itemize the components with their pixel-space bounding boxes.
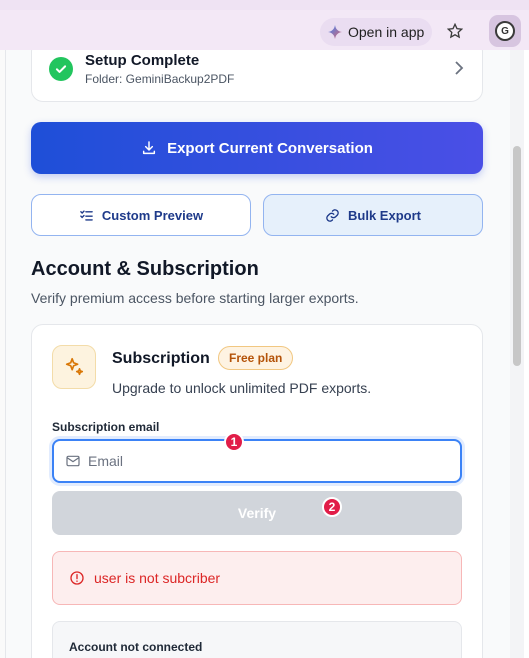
annotation-marker-2: 2	[322, 497, 342, 517]
alert-circle-icon	[70, 571, 84, 585]
extension-icon: G	[495, 21, 515, 41]
error-alert: user is not subcriber	[52, 551, 462, 605]
account-status-box: Account not connected	[52, 621, 462, 658]
error-message: user is not subcriber	[94, 570, 221, 586]
setup-status-card[interactable]: Setup Complete Folder: GeminiBackup2PDF	[31, 50, 483, 102]
link-icon	[326, 208, 339, 222]
subscription-title: Subscription	[112, 350, 210, 367]
setup-folder: Folder: GeminiBackup2PDF	[85, 72, 235, 86]
bulk-export-button[interactable]: Bulk Export	[263, 194, 483, 236]
scrollbar[interactable]	[510, 50, 524, 658]
annotation-marker-1: 1	[224, 432, 244, 452]
export-button-label: Export Current Conversation	[167, 139, 373, 157]
section-subtitle: Verify premium access before starting la…	[31, 290, 359, 306]
section-title: Account & Subscription	[31, 258, 259, 280]
gemini-sparkle-icon	[328, 25, 342, 39]
subscription-description: Upgrade to unlock unlimited PDF exports.	[112, 380, 372, 396]
verify-button[interactable]: Verify	[52, 491, 462, 535]
browser-toolbar: Open in app G	[0, 10, 529, 50]
bookmark-star-icon[interactable]	[442, 18, 468, 44]
check-circle-icon	[49, 57, 73, 81]
export-current-conversation-button[interactable]: Export Current Conversation	[31, 122, 483, 174]
open-in-app-button[interactable]: Open in app	[320, 18, 432, 46]
custom-preview-button[interactable]: Custom Preview	[31, 194, 251, 236]
email-input[interactable]	[88, 441, 448, 481]
subscription-card: Subscription Free plan Upgrade to unlock…	[31, 324, 483, 658]
setup-title: Setup Complete	[85, 52, 200, 69]
email-field[interactable]	[52, 439, 462, 483]
plan-badge: Free plan	[218, 346, 294, 370]
browser-tab-strip	[0, 0, 529, 10]
account-status-text: Account not connected	[69, 640, 203, 654]
download-icon	[142, 141, 156, 155]
bulk-export-label: Bulk Export	[348, 207, 421, 223]
open-in-app-label: Open in app	[348, 24, 425, 40]
custom-preview-label: Custom Preview	[101, 207, 204, 223]
email-label: Subscription email	[52, 420, 160, 434]
scrollbar-thumb[interactable]	[513, 146, 521, 366]
chevron-right-icon	[454, 60, 464, 81]
extension-popup: Setup Complete Folder: GeminiBackup2PDF …	[5, 50, 524, 658]
mail-icon	[66, 455, 80, 467]
extension-button[interactable]: G	[489, 15, 521, 47]
list-check-icon	[80, 209, 93, 221]
sparkles-icon	[52, 345, 96, 389]
